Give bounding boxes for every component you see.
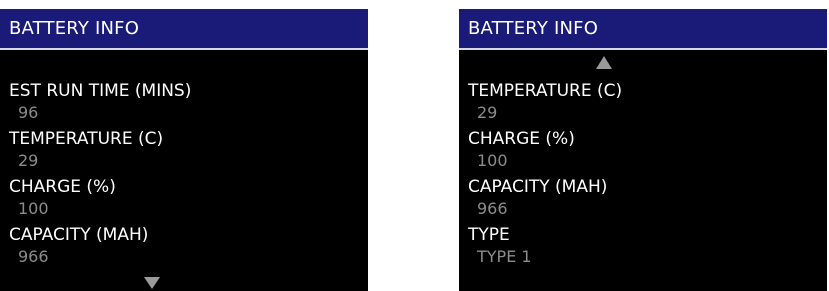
item-label: TYPE [468, 225, 510, 245]
item-label: TEMPERATURE (C) [468, 81, 623, 101]
item-value: 966 [477, 199, 508, 218]
item-value: 29 [477, 103, 498, 122]
screen-title: BATTERY INFO [459, 9, 827, 50]
item-value: 96 [18, 103, 39, 122]
item-value: 966 [18, 247, 49, 266]
list-item-temperature[interactable]: TEMPERATURE (C) 29 [9, 128, 368, 176]
list-item-charge[interactable]: CHARGE (%) 100 [468, 128, 827, 176]
screen-title: BATTERY INFO [0, 9, 368, 50]
item-label: TEMPERATURE (C) [9, 129, 164, 149]
battery-info-list[interactable]: EST RUN TIME (MINS) 96 TEMPERATURE (C) 2… [9, 80, 368, 272]
scroll-down-icon[interactable] [144, 277, 160, 289]
list-item-type[interactable]: TYPE TYPE 1 [468, 224, 827, 272]
item-label: CHARGE (%) [468, 129, 575, 149]
item-label: CAPACITY (MAH) [9, 225, 149, 245]
item-value: 29 [18, 151, 39, 170]
list-item-capacity[interactable]: CAPACITY (MAH) 966 [468, 176, 827, 224]
item-label: CHARGE (%) [9, 177, 116, 197]
item-value: TYPE 1 [477, 247, 532, 266]
battery-info-list[interactable]: TEMPERATURE (C) 29 CHARGE (%) 100 CAPACI… [468, 80, 827, 272]
list-item-est-run-time[interactable]: EST RUN TIME (MINS) 96 [9, 80, 368, 128]
scroll-up-icon[interactable] [596, 56, 612, 69]
list-item-capacity[interactable]: CAPACITY (MAH) 966 [9, 224, 368, 272]
list-item-charge[interactable]: CHARGE (%) 100 [9, 176, 368, 224]
battery-info-screen-left: BATTERY INFO EST RUN TIME (MINS) 96 TEMP… [0, 9, 368, 291]
battery-info-screen-right: BATTERY INFO TEMPERATURE (C) 29 CHARGE (… [459, 9, 827, 291]
item-label: CAPACITY (MAH) [468, 177, 608, 197]
item-value: 100 [18, 199, 49, 218]
item-label: EST RUN TIME (MINS) [9, 81, 192, 101]
list-item-temperature[interactable]: TEMPERATURE (C) 29 [468, 80, 827, 128]
item-value: 100 [477, 151, 508, 170]
